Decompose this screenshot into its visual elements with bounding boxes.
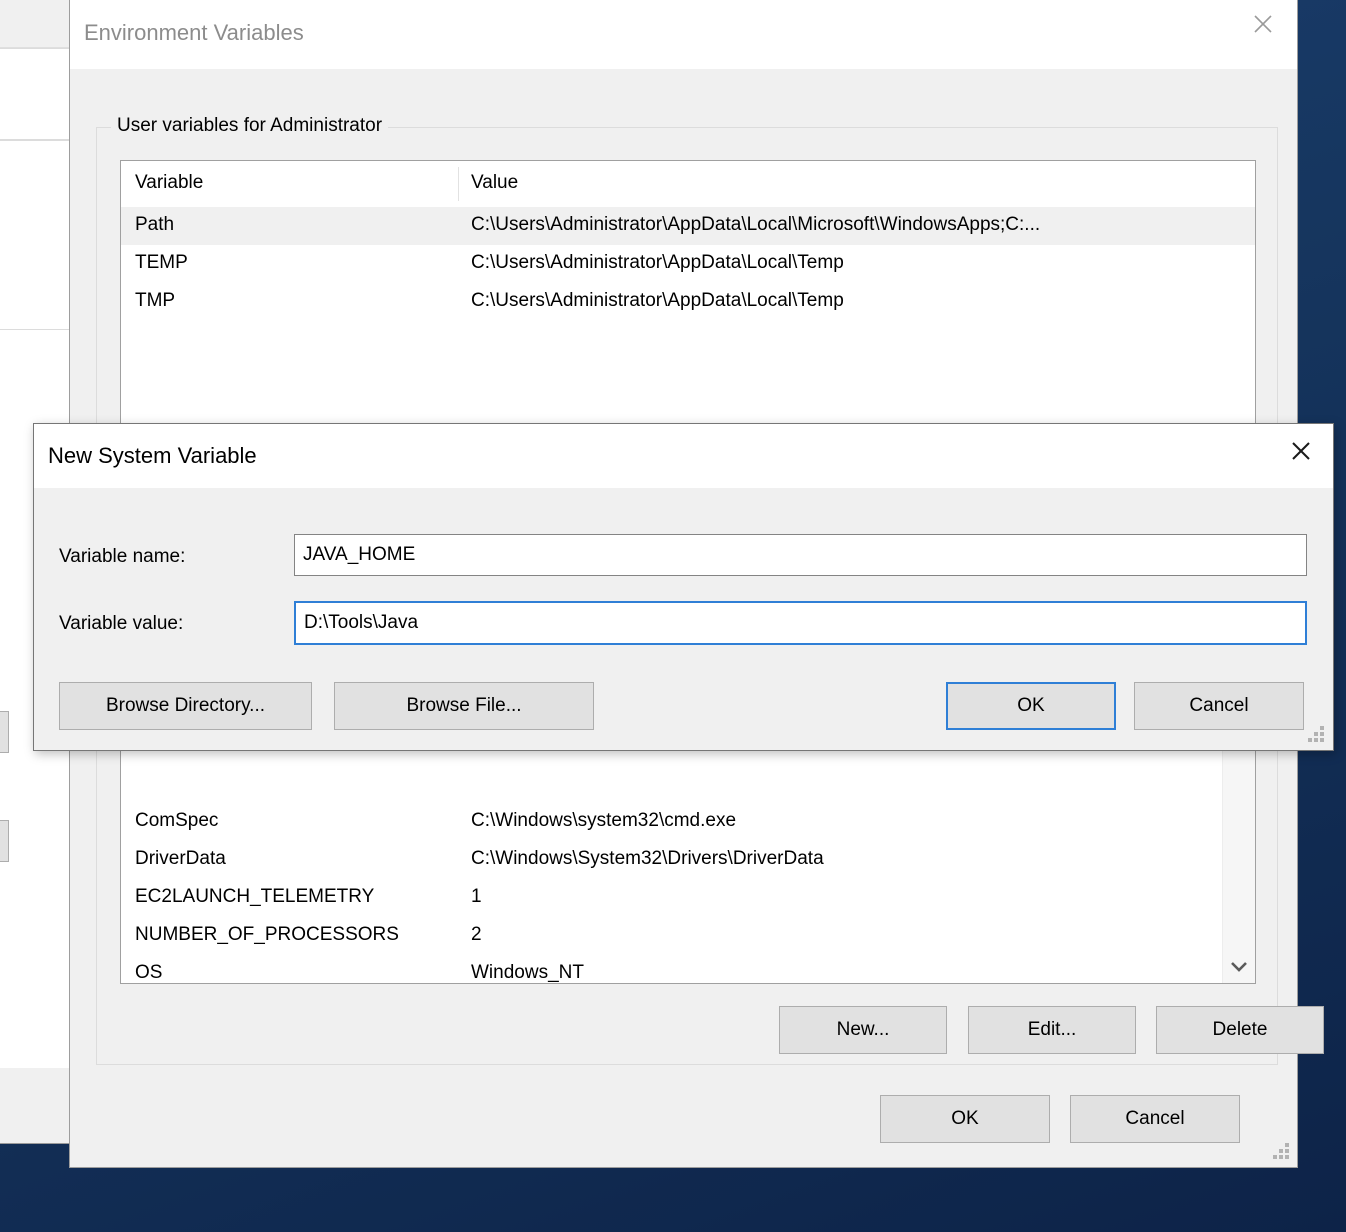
new-system-variable-title: New System Variable xyxy=(48,443,257,468)
cell-value: 1 xyxy=(471,886,482,907)
close-icon xyxy=(1254,15,1272,33)
chevron-down-icon xyxy=(1231,962,1247,972)
system-properties-cancel-button[interactable]: Cancel xyxy=(0,820,9,862)
cell-value: 2 xyxy=(471,924,482,945)
ok-button[interactable]: OK xyxy=(946,682,1116,730)
browse-directory-button[interactable]: Browse Directory... xyxy=(59,682,312,730)
close-button[interactable] xyxy=(1269,424,1333,478)
environment-variables-title-bar[interactable]: Environment Variables xyxy=(70,0,1297,69)
close-icon xyxy=(1292,442,1310,460)
environment-variables-title: Environment Variables xyxy=(84,20,304,45)
cell-variable: TMP xyxy=(135,290,176,311)
scroll-down-button[interactable] xyxy=(1223,951,1255,983)
variable-value-label: Variable value: xyxy=(59,613,184,634)
new-button[interactable]: New... xyxy=(779,1006,947,1054)
new-system-variable-title-bar[interactable]: New System Variable xyxy=(34,424,1333,488)
cell-value: C:\Windows\System32\Drivers\DriverData xyxy=(471,848,824,869)
cell-variable: TEMP xyxy=(135,252,188,273)
table-row[interactable]: Path C:\Users\Administrator\AppData\Loca… xyxy=(121,207,1255,245)
environment-variables-button[interactable]: Env xyxy=(0,711,9,753)
user-variables-listview[interactable]: Variable Value Path C:\Users\Administrat… xyxy=(120,160,1256,452)
cell-value: C:\Users\Administrator\AppData\Local\Tem… xyxy=(471,252,844,273)
cell-value: C:\Windows\system32\cmd.exe xyxy=(471,810,737,831)
user-variables-rows: Path C:\Users\Administrator\AppData\Loca… xyxy=(121,207,1255,451)
table-row[interactable]: ComSpec C:\Windows\system32\cmd.exe xyxy=(121,803,1255,841)
cell-variable: DriverData xyxy=(135,848,226,869)
edit-button[interactable]: Edit... xyxy=(968,1006,1136,1054)
user-variables-header: Variable Value xyxy=(121,161,1255,208)
column-separator xyxy=(458,167,459,201)
cell-value: C:\Users\Administrator\AppData\Local\Tem… xyxy=(471,290,844,311)
column-header-variable[interactable]: Variable xyxy=(135,172,203,194)
dialog-cancel-button[interactable]: Cancel xyxy=(1070,1095,1240,1143)
new-system-variable-body: Variable name: Variable value: Browse Di… xyxy=(34,488,1333,750)
cell-variable: EC2LAUNCH_TELEMETRY xyxy=(135,886,375,907)
table-row[interactable]: TMP C:\Users\Administrator\AppData\Local… xyxy=(121,283,1255,321)
cell-variable: OS xyxy=(135,962,163,983)
cell-variable: Path xyxy=(135,214,175,235)
cell-variable: NUMBER_OF_PROCESSORS xyxy=(135,924,399,945)
browse-file-button[interactable]: Browse File... xyxy=(334,682,594,730)
column-header-value[interactable]: Value xyxy=(471,172,518,194)
resize-grip-icon[interactable] xyxy=(1273,1143,1291,1161)
user-variables-group-label: User variables for Administrator xyxy=(111,115,389,137)
new-system-variable-dialog[interactable]: New System Variable Variable name: Varia… xyxy=(33,423,1334,751)
table-row[interactable]: TEMP C:\Users\Administrator\AppData\Loca… xyxy=(121,245,1255,283)
table-row[interactable]: DriverData C:\Windows\System32\Drivers\D… xyxy=(121,841,1255,879)
cell-value: C:\Users\Administrator\AppData\Local\Mic… xyxy=(471,214,1041,235)
variable-name-input[interactable] xyxy=(294,534,1307,576)
variable-value-input[interactable] xyxy=(294,601,1307,645)
delete-button[interactable]: Delete xyxy=(1156,1006,1324,1054)
resize-grip-icon[interactable] xyxy=(1308,726,1326,744)
close-button[interactable] xyxy=(1229,0,1297,49)
dialog-ok-button[interactable]: OK xyxy=(880,1095,1050,1143)
table-row[interactable]: NUMBER_OF_PROCESSORS 2 xyxy=(121,917,1255,955)
table-row[interactable]: EC2LAUNCH_TELEMETRY 1 xyxy=(121,879,1255,917)
cell-variable: ComSpec xyxy=(135,810,219,831)
cell-value: Windows_NT xyxy=(471,962,584,983)
table-row[interactable]: OS Windows_NT xyxy=(121,955,1255,983)
variable-name-label: Variable name: xyxy=(59,546,186,567)
cancel-button[interactable]: Cancel xyxy=(1134,682,1304,730)
